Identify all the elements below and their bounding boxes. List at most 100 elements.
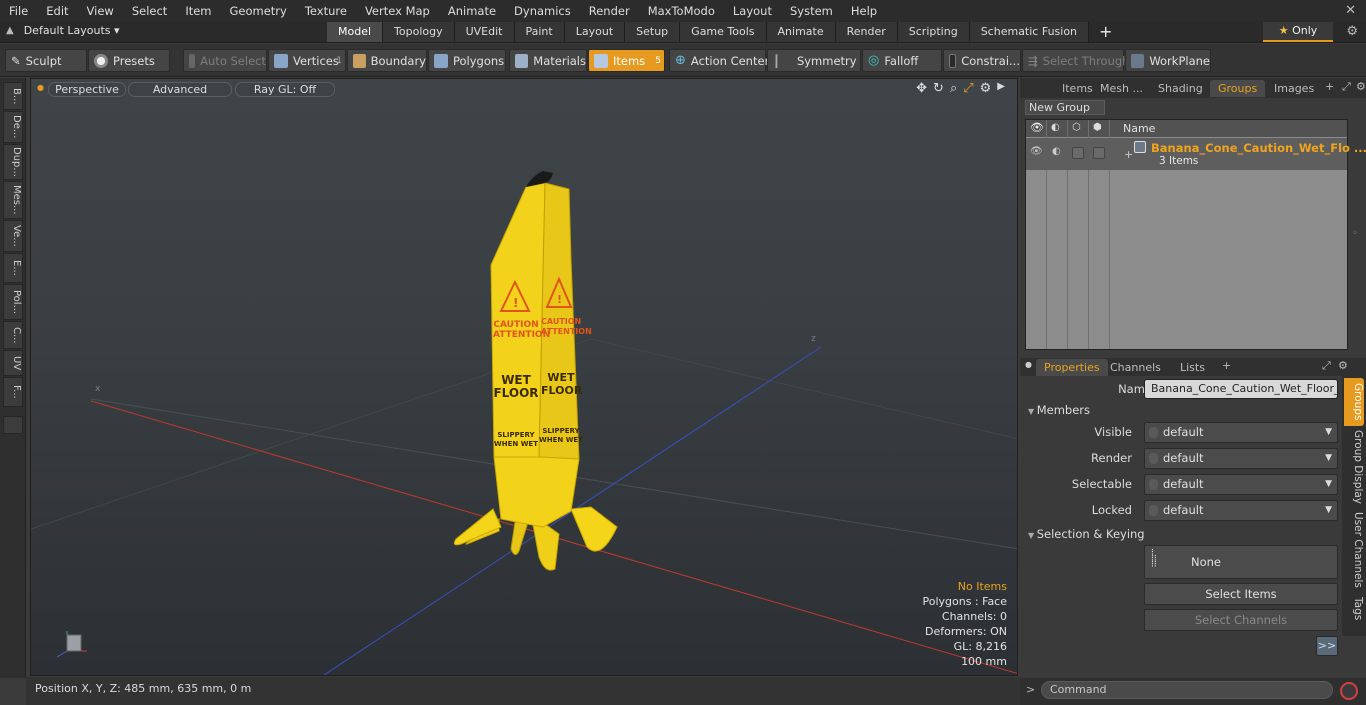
vtab-groups[interactable]: Groups <box>1344 378 1364 426</box>
vtab-tags[interactable]: Tags <box>1344 594 1364 624</box>
default-layouts-dropdown[interactable]: Default Layouts ▾ <box>24 24 120 37</box>
add-tab-icon[interactable]: + <box>1089 22 1122 42</box>
menu-geometry[interactable]: Geometry <box>221 4 296 18</box>
name-field[interactable]: Banana_Cone_Caution_Wet_Floor_Sig <box>1144 379 1338 399</box>
menu-layout[interactable]: Layout <box>724 4 781 18</box>
rotate-icon[interactable]: ↻ <box>933 81 944 96</box>
menu-vertex-map[interactable]: Vertex Map <box>356 4 439 18</box>
falloff-button[interactable]: ◎ Falloff <box>862 49 942 72</box>
boundary-button[interactable]: Boundary <box>347 49 427 72</box>
vertices-button[interactable]: Vertices 1 <box>268 49 346 72</box>
tab-groups[interactable]: Groups <box>1210 80 1266 97</box>
select-through-button[interactable]: ⇶ Select Through <box>1022 49 1129 72</box>
tab-mesh[interactable]: Mesh ... <box>1092 80 1151 97</box>
maximize-icon[interactable]: ⤢ <box>963 81 973 96</box>
select-icon[interactable]: ⬡ <box>1072 122 1081 133</box>
zoom-icon[interactable]: ⌕ <box>950 81 957 96</box>
3d-viewport[interactable]: x z ! ! CAUTION ATTENTION CAUTION ATTENT… <box>30 78 1018 676</box>
menu-system[interactable]: System <box>781 4 842 18</box>
raygl-button[interactable]: Ray GL: Off <box>235 82 335 97</box>
action-center-button[interactable]: ⊕ Action Center <box>669 49 769 72</box>
perspective-button[interactable]: Perspective <box>48 82 126 97</box>
strip-tab-duplicate[interactable]: Dup... <box>3 144 23 180</box>
visibility-eye-icon[interactable]: 👁 <box>1030 146 1043 157</box>
expand-icon[interactable]: ⤢ <box>1342 80 1351 94</box>
group-row[interactable]: 👁 ◐ + Banana_Cone_Caution_Wet_Flo ... 3 … <box>1026 138 1366 170</box>
tab-setup[interactable]: Setup <box>625 22 681 42</box>
only-toggle[interactable]: ★ Only <box>1263 22 1333 42</box>
visible-dropdown[interactable]: default ▼ <box>1144 422 1338 443</box>
new-group-button[interactable]: New Group <box>1025 100 1105 115</box>
strip-tab-deform[interactable]: De... <box>3 111 23 143</box>
tab-game-tools[interactable]: Game Tools <box>680 22 767 42</box>
move-icon[interactable]: ✥ <box>916 81 927 96</box>
add-tab-icon[interactable]: + <box>1222 359 1231 372</box>
gear-icon[interactable]: ⚙ <box>1338 359 1348 372</box>
materials-button[interactable]: Materials <box>509 49 587 72</box>
tab-uvedit[interactable]: UVEdit <box>454 22 515 42</box>
presets-button[interactable]: Presets <box>88 49 170 72</box>
strip-tab-basic[interactable]: B... <box>3 82 23 110</box>
tab-layout[interactable]: Layout <box>564 22 626 42</box>
locked-dropdown[interactable]: default ▼ <box>1144 500 1338 521</box>
strip-tab-polygon[interactable]: Pol... <box>3 284 23 320</box>
tab-topology[interactable]: Topology <box>383 22 455 42</box>
strip-expand-button[interactable] <box>3 416 23 434</box>
lock-icon[interactable]: ⬢ <box>1093 122 1102 133</box>
play-icon[interactable]: ▶ <box>997 81 1005 96</box>
gear-icon[interactable]: ⚙ <box>1356 80 1366 93</box>
select-channels-button[interactable]: Select Channels <box>1144 609 1338 631</box>
strip-tab-curve[interactable]: C... <box>3 321 23 349</box>
vtab-group-display[interactable]: Group Display <box>1344 430 1364 504</box>
menu-view[interactable]: View <box>78 4 123 18</box>
tab-channels[interactable]: Channels <box>1102 359 1169 376</box>
banana-cone-model[interactable]: ! ! <box>453 171 618 571</box>
select-items-button[interactable]: Select Items <box>1144 583 1338 605</box>
expand-plus-icon[interactable]: + <box>1124 148 1133 161</box>
tab-model[interactable]: Model <box>327 22 384 42</box>
keying-none-button[interactable]: ⁝ ⁝⁝ ⁝⁝ None <box>1144 545 1338 579</box>
scroll-handle-icon[interactable]: ◦ <box>1352 228 1358 239</box>
menu-help[interactable]: Help <box>842 4 886 18</box>
workplane-button[interactable]: WorkPlane <box>1125 49 1211 72</box>
settings-icon[interactable]: ⚙ <box>980 81 992 96</box>
gear-icon[interactable]: ⚙ <box>1346 24 1358 39</box>
select-checkbox[interactable] <box>1072 147 1084 159</box>
menu-dynamics[interactable]: Dynamics <box>505 4 580 18</box>
tab-render[interactable]: Render <box>835 22 898 42</box>
render-icon[interactable]: ◐ <box>1051 122 1060 133</box>
menu-file[interactable]: File <box>0 4 37 18</box>
items-button[interactable]: Items 5 <box>588 49 665 72</box>
advanced-button[interactable]: Advanced <box>128 82 232 97</box>
menu-animate[interactable]: Animate <box>439 4 505 18</box>
strip-tab-uv[interactable]: UV <box>3 350 23 376</box>
tab-scripting[interactable]: Scripting <box>897 22 970 42</box>
symmetry-button[interactable]: ┃ Symmetry <box>767 49 861 72</box>
render-toggle-icon[interactable]: ◐ <box>1052 146 1061 157</box>
record-icon[interactable] <box>1340 682 1358 700</box>
strip-tab-fusion[interactable]: F... <box>3 377 23 407</box>
add-tab-icon[interactable]: + <box>1325 80 1334 93</box>
render-dropdown[interactable]: default ▼ <box>1144 448 1338 469</box>
menu-item[interactable]: Item <box>176 4 220 18</box>
tab-paint[interactable]: Paint <box>514 22 565 42</box>
name-column-header[interactable]: Name <box>1123 122 1155 135</box>
tab-schematic-fusion[interactable]: Schematic Fusion <box>969 22 1090 42</box>
menu-select[interactable]: Select <box>123 4 176 18</box>
selectable-dropdown[interactable]: default ▼ <box>1144 474 1338 495</box>
tab-shading[interactable]: Shading <box>1150 80 1211 97</box>
sculpt-button[interactable]: ✎ Sculpt <box>5 49 87 72</box>
viewport-menu-icon[interactable]: ● <box>37 83 44 92</box>
menu-render[interactable]: Render <box>580 4 639 18</box>
lock-checkbox[interactable] <box>1093 147 1105 159</box>
command-input[interactable]: Command <box>1041 681 1333 699</box>
tab-lists[interactable]: Lists <box>1172 359 1213 376</box>
tab-images[interactable]: Images <box>1266 80 1322 97</box>
panel-menu-icon[interactable]: ● <box>1025 360 1032 369</box>
eye-icon[interactable]: 👁 <box>1030 121 1044 134</box>
strip-tab-mesh[interactable]: Mes... <box>3 181 23 219</box>
menu-maxtomodo[interactable]: MaxToModo <box>639 4 724 18</box>
members-section[interactable]: ▼ Members <box>1028 403 1090 417</box>
auto-select-button[interactable]: Auto Select <box>183 49 267 72</box>
strip-tab-edge[interactable]: E... <box>3 253 23 283</box>
